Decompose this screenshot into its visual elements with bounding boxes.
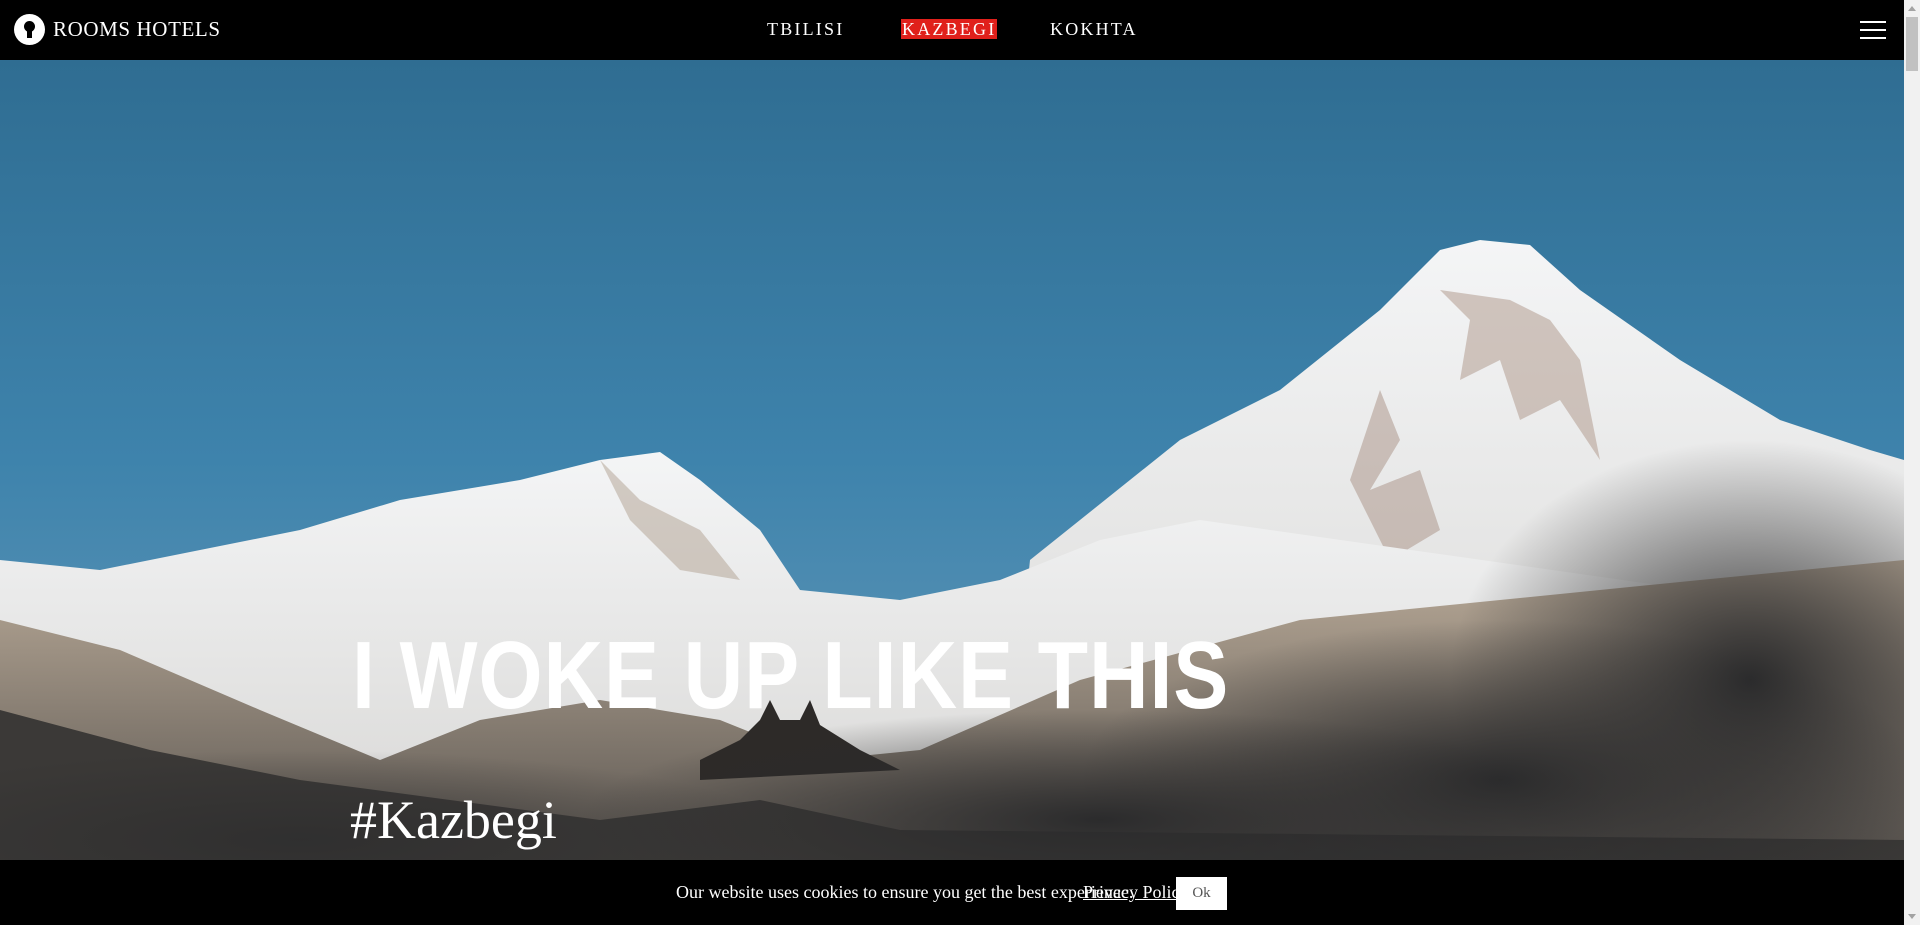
mountain-landscape-illustration xyxy=(0,60,1904,860)
scroll-up-arrow-icon[interactable] xyxy=(1904,0,1920,16)
hero-hashtag: #Kazbegi xyxy=(350,790,557,850)
logo-text: ROOMS HOTELS xyxy=(53,17,221,41)
cookie-message: Our website uses cookies to ensure you g… xyxy=(676,882,1134,902)
nav-item-kazbegi-label: KAZBEGI xyxy=(901,19,998,39)
hamburger-icon[interactable] xyxy=(1860,21,1886,40)
scroll-thumb[interactable] xyxy=(1906,17,1918,71)
page-scrollbar[interactable] xyxy=(1904,0,1920,925)
site-header: ROOMS HOTELS TBILISI KAZBEGI KOKHTA xyxy=(0,0,1904,60)
privacy-policy-link[interactable]: Privacy Policy xyxy=(1083,882,1189,903)
cookie-ok-button[interactable]: Ok xyxy=(1176,877,1227,910)
cookie-banner: Our website uses cookies to ensure you g… xyxy=(0,860,1904,925)
location-nav: TBILISI KAZBEGI KOKHTA xyxy=(767,18,1138,40)
scroll-down-arrow-icon[interactable] xyxy=(1904,909,1920,925)
nav-item-tbilisi[interactable]: TBILISI xyxy=(767,18,901,40)
hero-image: I WOKE UP LIKE THIS #Kazbegi xyxy=(0,60,1904,860)
home-logo-link[interactable]: ROOMS HOTELS xyxy=(14,14,221,45)
hero-headline: I WOKE UP LIKE THIS xyxy=(352,622,1230,729)
keyhole-logo-icon xyxy=(14,14,45,45)
nav-item-kazbegi[interactable]: KAZBEGI xyxy=(901,18,1050,40)
nav-item-kokhta[interactable]: KOKHTA xyxy=(1050,18,1138,40)
